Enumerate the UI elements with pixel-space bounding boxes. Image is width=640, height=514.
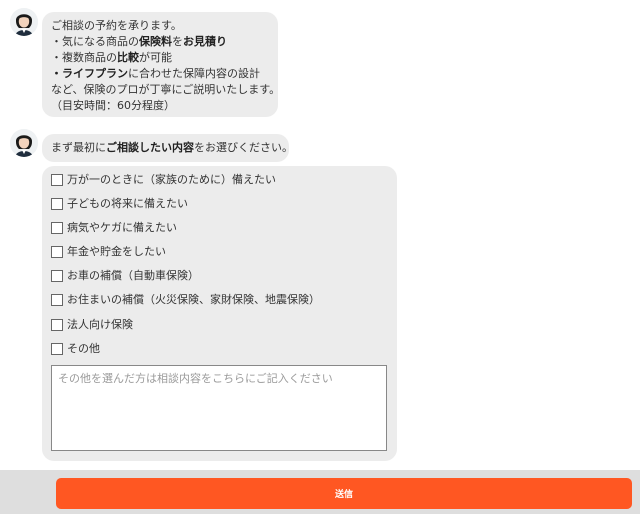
consultation-detail-input[interactable] bbox=[51, 365, 387, 451]
emphasis-text: ご相談したい内容 bbox=[106, 141, 194, 154]
message-line: など、保険のプロが丁寧にご説明いたします。 bbox=[51, 83, 281, 96]
option-car-insurance[interactable]: お車の補償（自動車保険） bbox=[51, 268, 199, 284]
checkbox[interactable] bbox=[51, 198, 63, 210]
emphasis-text: ・ライフプラン bbox=[51, 67, 128, 80]
checkbox[interactable] bbox=[51, 343, 63, 355]
message-line: ・ライフプランに合わせた保障内容の設計 bbox=[51, 67, 260, 80]
submit-button[interactable]: 送信 bbox=[56, 478, 632, 509]
operator-avatar-icon bbox=[10, 8, 38, 36]
option-illness-injury[interactable]: 病気やケガに備えたい bbox=[51, 220, 177, 236]
option-pension-savings[interactable]: 年金や貯金をしたい bbox=[51, 244, 166, 260]
operator-avatar-icon bbox=[10, 129, 38, 157]
message-line: ・気になる商品の保険料をお見積り bbox=[51, 35, 227, 48]
option-other[interactable]: その他 bbox=[51, 341, 100, 357]
option-home-insurance[interactable]: お住まいの補償（火災保険、家財保険、地震保険） bbox=[51, 292, 320, 308]
message-line: ご相談の予約を承ります。 bbox=[51, 19, 182, 32]
chat-area: ご相談の予約を承ります。 ・気になる商品の保険料をお見積り ・複数商品の比較が可… bbox=[0, 0, 640, 470]
intro-message-bubble: ご相談の予約を承ります。 ・気になる商品の保険料をお見積り ・複数商品の比較が可… bbox=[42, 12, 281, 117]
question-message-bubble: まず最初にご相談したい内容をお選びください。 bbox=[42, 134, 293, 162]
message-line: ・複数商品の比較が可能 bbox=[51, 51, 172, 64]
consultation-options-form: 万が一のときに（家族のために）備えたい 子どもの将来に備えたい 病気やケガに備え… bbox=[42, 166, 397, 461]
footer-bar: 送信 bbox=[0, 470, 640, 514]
option-family-protection[interactable]: 万が一のときに（家族のために）備えたい bbox=[51, 172, 276, 188]
option-children-future[interactable]: 子どもの将来に備えたい bbox=[51, 196, 188, 212]
message-line: （目安時間：60分程度） bbox=[51, 99, 175, 112]
emphasis-text: お見積り bbox=[183, 35, 227, 48]
checkbox[interactable] bbox=[51, 294, 63, 306]
checkbox[interactable] bbox=[51, 246, 63, 258]
emphasis-text: 比較 bbox=[117, 51, 139, 64]
option-corporate-insurance[interactable]: 法人向け保険 bbox=[51, 317, 133, 333]
checkbox[interactable] bbox=[51, 319, 63, 331]
checkbox[interactable] bbox=[51, 270, 63, 282]
emphasis-text: 保険料 bbox=[139, 35, 172, 48]
checkbox[interactable] bbox=[51, 222, 63, 234]
checkbox[interactable] bbox=[51, 174, 63, 186]
